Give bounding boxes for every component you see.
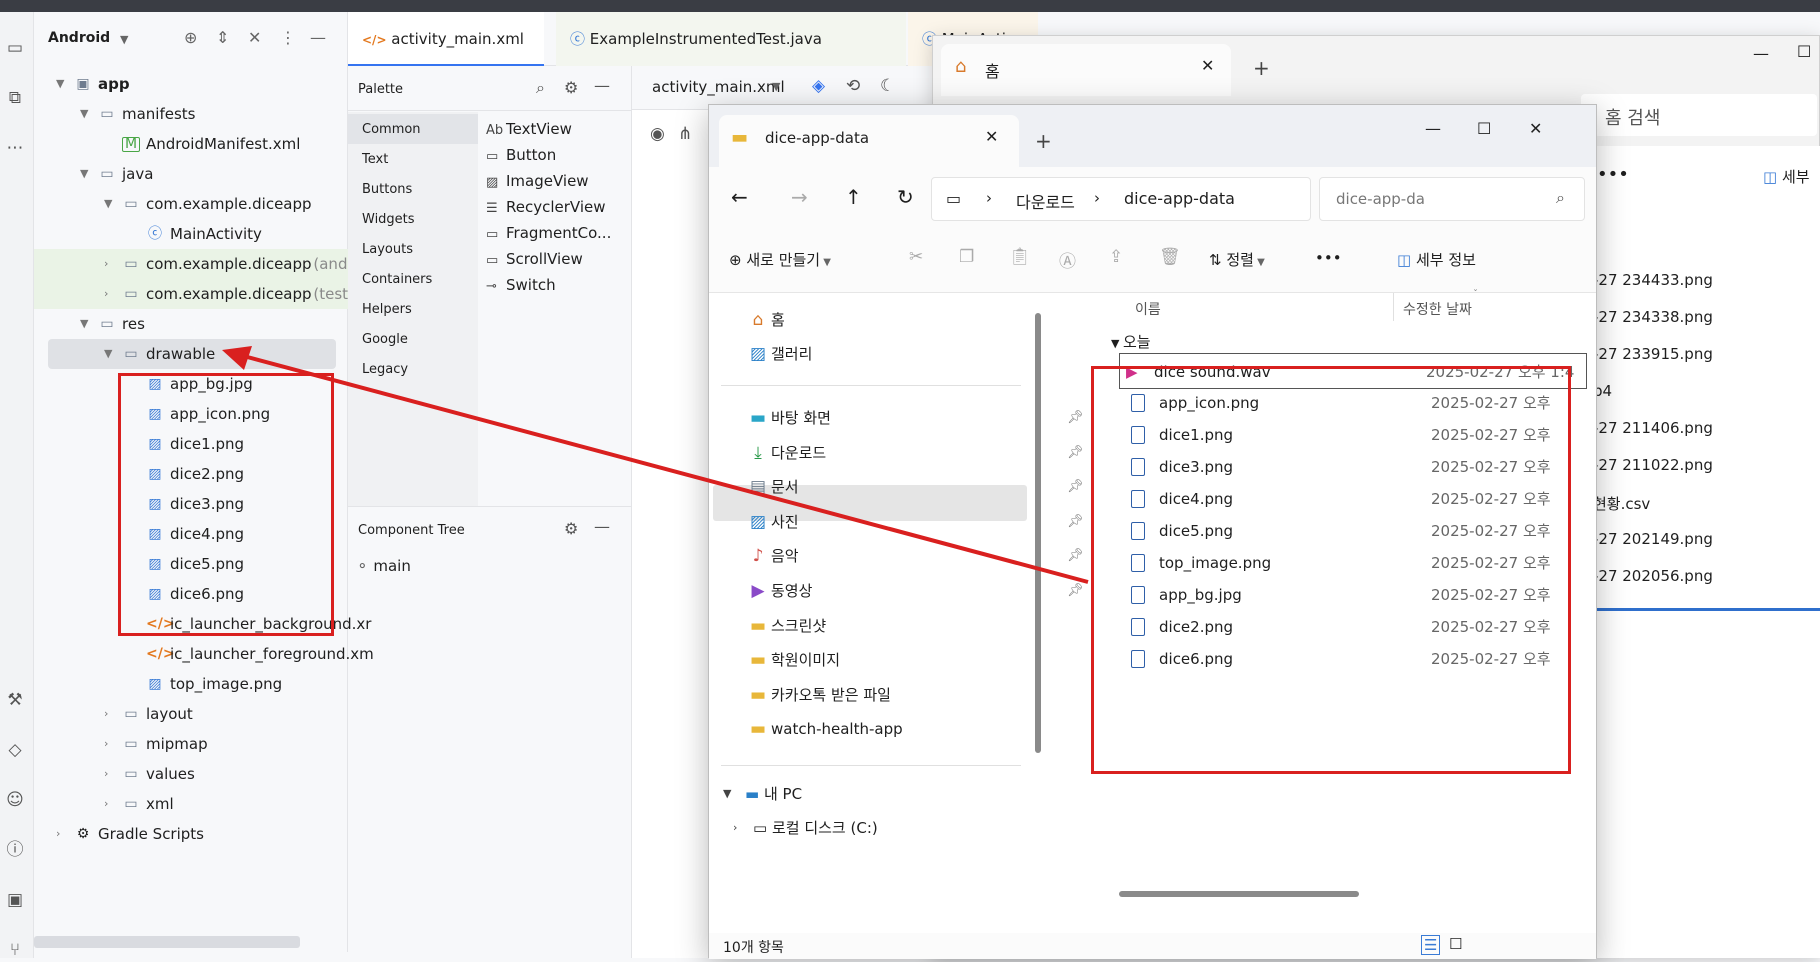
annotation-arrow — [222, 346, 1089, 584]
arrow-head — [222, 346, 252, 370]
arrow-line — [235, 352, 1089, 584]
